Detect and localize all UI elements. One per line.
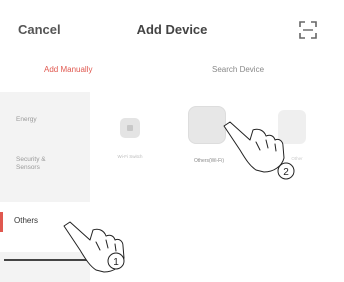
device-label: Others(Wi-Fi) <box>194 158 224 164</box>
divider-line <box>4 259 122 261</box>
step-2-number: 2 <box>283 167 289 178</box>
scan-icon[interactable] <box>299 21 317 39</box>
device-label: Wi-Fi Switch <box>117 154 143 159</box>
sidebar-item-others[interactable]: Others <box>0 202 90 252</box>
tab-add-manually[interactable]: Add Manually <box>44 65 92 74</box>
tab-search-device[interactable]: Search Device <box>212 65 264 74</box>
step-2-marker: 2 <box>277 162 295 180</box>
other-device-icon[interactable] <box>278 110 306 144</box>
tab-bar: Add Manually Search Device <box>0 60 344 84</box>
hand-pointer-icon <box>223 121 285 173</box>
sidebar-item-security-sensors[interactable]: Security & Sensors <box>16 156 50 172</box>
sidebar-item-energy[interactable]: Energy <box>16 116 37 124</box>
top-bar: Cancel Add Device <box>0 0 344 60</box>
step-1-marker: 1 <box>107 252 125 270</box>
others-wifi-device-icon[interactable] <box>188 106 226 144</box>
category-sidebar: Energy Security & Sensors Others <box>0 92 122 282</box>
selected-indicator <box>0 212 3 232</box>
device-label: Other <box>291 156 303 161</box>
wifi-switch-device-icon[interactable] <box>120 118 140 138</box>
sidebar-item-label: Others <box>14 216 39 225</box>
page-title: Add Device <box>136 22 208 37</box>
